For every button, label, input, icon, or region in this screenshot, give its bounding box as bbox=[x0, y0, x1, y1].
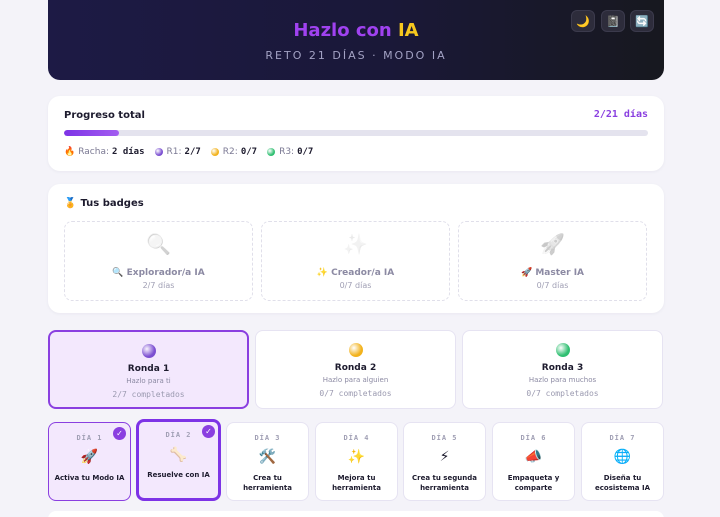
app-title-main: Hazlo con bbox=[293, 20, 392, 41]
round3-stat-label: R3: bbox=[279, 147, 295, 157]
day-3-card[interactable]: DÍA 3 🛠️ Crea tu herramienta bbox=[226, 422, 309, 501]
badge-name-text: Creador/a IA bbox=[331, 268, 395, 278]
progress-bar-fill bbox=[64, 130, 120, 136]
sparkles-icon: ✨ bbox=[343, 232, 368, 256]
badge-name-text: Master IA bbox=[535, 268, 585, 278]
round-1-tab[interactable]: Ronda 1 Hazlo para ti 2/7 completados bbox=[48, 330, 249, 409]
round1-stat: R1: 2/7 bbox=[154, 147, 201, 157]
progress-title: Progreso total bbox=[64, 110, 145, 121]
round2-stat: R2: 0/7 bbox=[210, 147, 258, 157]
day-name: Empaqueta y comparte bbox=[507, 474, 560, 492]
round-2-tab[interactable]: Ronda 2 Hazlo para alguien 0/7 completad… bbox=[255, 330, 456, 409]
rocket-icon: 🚀 bbox=[80, 449, 99, 465]
round-progress: 0/7 completados bbox=[526, 389, 599, 398]
sparkles-icon: ✨ bbox=[316, 268, 328, 278]
refresh-icon: 🔄 bbox=[635, 14, 649, 28]
app-subtitle: RETO 21 DÍAS · MODO IA bbox=[265, 49, 447, 62]
round2-stat-label: R2: bbox=[222, 147, 238, 157]
moon-icon: 🌙 bbox=[576, 14, 590, 28]
badge-name: 🔍 Explorador/a IA bbox=[65, 268, 252, 278]
day-label: DÍA 6 bbox=[520, 434, 547, 442]
round-name: Ronda 1 bbox=[127, 364, 170, 374]
reset-button[interactable]: 🔄 bbox=[630, 10, 654, 32]
rocket-icon: 🚀 bbox=[520, 268, 533, 278]
bone-icon: 🦴 bbox=[169, 447, 188, 463]
round-1-dot bbox=[141, 344, 156, 358]
day-5-card[interactable]: DÍA 5 ⚡ Crea tu segunda herramienta bbox=[403, 422, 486, 501]
round-progress: 2/7 completados bbox=[112, 390, 185, 399]
next-card-edge bbox=[48, 511, 664, 517]
progress-days: 2/21 días bbox=[593, 109, 648, 120]
round-3-dot bbox=[555, 343, 570, 357]
lightning-icon: ⚡ bbox=[439, 449, 450, 465]
round-subtitle: Hazlo para ti bbox=[126, 377, 171, 385]
badge-name-text: Explorador/a IA bbox=[126, 268, 205, 278]
day-label: DÍA 3 bbox=[254, 434, 281, 442]
day-1-card[interactable]: ✓ DÍA 1 🚀 Activa tu Modo IA bbox=[48, 422, 131, 501]
round3-stat-value: 0/7 bbox=[297, 147, 314, 157]
day-label: DÍA 5 bbox=[431, 434, 458, 442]
badge-name: ✨ Creador/a IA bbox=[262, 268, 449, 278]
progress-card: Progreso total 2/21 días 🔥 Racha: 2 días… bbox=[48, 96, 664, 171]
badges-title-text: Tus badges bbox=[80, 198, 144, 209]
round2-dot bbox=[210, 148, 219, 156]
day-label: DÍA 4 bbox=[343, 434, 370, 442]
day-name: Diseña tu ecosistema IA bbox=[594, 474, 650, 492]
badge-master[interactable]: 🚀 🚀 Master IA 0/7 días bbox=[458, 221, 647, 301]
badges-card: 🏅 Tus badges 🔍 🔍 Explorador/a IA 2/7 día… bbox=[48, 184, 664, 313]
day-name: Crea tu herramienta bbox=[243, 474, 292, 492]
round-subtitle: Hazlo para muchos bbox=[528, 376, 597, 384]
badges-title: 🏅 Tus badges bbox=[64, 198, 144, 209]
day-label: DÍA 1 bbox=[76, 434, 103, 442]
sparkles-icon: ✨ bbox=[347, 449, 366, 465]
notes-button[interactable]: 📓 bbox=[601, 10, 625, 32]
badge-progress: 2/7 días bbox=[142, 281, 175, 290]
round1-stat-value: 2/7 bbox=[184, 147, 201, 157]
header-banner: Hazlo con IA RETO 21 DÍAS · MODO IA 🌙 📓 … bbox=[48, 0, 664, 80]
magnifier-icon: 🔍 bbox=[112, 268, 124, 278]
rocket-icon: 🚀 bbox=[540, 232, 565, 256]
day-4-card[interactable]: DÍA 4 ✨ Mejora tu herramienta bbox=[315, 422, 398, 501]
badge-explorador[interactable]: 🔍 🔍 Explorador/a IA 2/7 días bbox=[64, 221, 253, 301]
globe-icon: 🌐 bbox=[613, 449, 632, 465]
theme-toggle-button[interactable]: 🌙 bbox=[571, 10, 595, 32]
progress-stats: 🔥 Racha: 2 días R1: 2/7 R2: 0/7 R3: 0/7 bbox=[64, 147, 323, 157]
day-label: DÍA 7 bbox=[609, 434, 636, 442]
day-name: Mejora tu herramienta bbox=[332, 474, 381, 492]
round-2-dot bbox=[348, 343, 363, 357]
round1-stat-label: R1: bbox=[166, 147, 182, 157]
round-progress: 0/7 completados bbox=[319, 389, 392, 398]
day-6-card[interactable]: DÍA 6 📣 Empaqueta y comparte bbox=[492, 422, 575, 501]
notebook-icon: 📓 bbox=[606, 14, 620, 28]
round3-dot bbox=[267, 148, 276, 156]
megaphone-icon: 📣 bbox=[524, 449, 543, 465]
badge-name: 🚀 Master IA bbox=[459, 268, 646, 278]
flame-icon: 🔥 bbox=[64, 147, 76, 157]
badge-progress: 0/7 días bbox=[339, 281, 372, 290]
round-3-tab[interactable]: Ronda 3 Hazlo para muchos 0/7 completado… bbox=[462, 330, 663, 409]
progress-bar bbox=[64, 130, 648, 136]
tools-icon: 🛠️ bbox=[258, 449, 277, 465]
round-name: Ronda 2 bbox=[334, 363, 377, 373]
streak-value: 2 días bbox=[112, 147, 145, 157]
day-name: Activa tu Modo IA bbox=[54, 474, 125, 482]
badge-creador[interactable]: ✨ ✨ Creador/a IA 0/7 días bbox=[261, 221, 450, 301]
round-subtitle: Hazlo para alguien bbox=[322, 376, 389, 384]
streak-stat: 🔥 Racha: 2 días bbox=[64, 147, 145, 157]
streak-label: Racha: bbox=[78, 147, 109, 157]
round-name: Ronda 3 bbox=[541, 363, 584, 373]
app-title-accent: IA bbox=[397, 20, 419, 41]
round2-stat-value: 0/7 bbox=[240, 147, 258, 157]
medal-icon: 🏅 bbox=[64, 198, 77, 209]
magnifier-icon: 🔍 bbox=[146, 232, 171, 256]
round1-dot bbox=[154, 148, 163, 156]
day-name: Crea tu segunda herramienta bbox=[412, 474, 477, 492]
badge-progress: 0/7 días bbox=[536, 281, 569, 290]
day-label: DÍA 2 bbox=[165, 431, 192, 439]
day-7-card[interactable]: DÍA 7 🌐 Diseña tu ecosistema IA bbox=[581, 422, 664, 501]
day-2-card[interactable]: ✓ DÍA 2 🦴 Resuelve con IA bbox=[136, 419, 221, 501]
round3-stat: R3: 0/7 bbox=[267, 147, 313, 157]
day-name: Resuelve con IA bbox=[147, 471, 210, 479]
